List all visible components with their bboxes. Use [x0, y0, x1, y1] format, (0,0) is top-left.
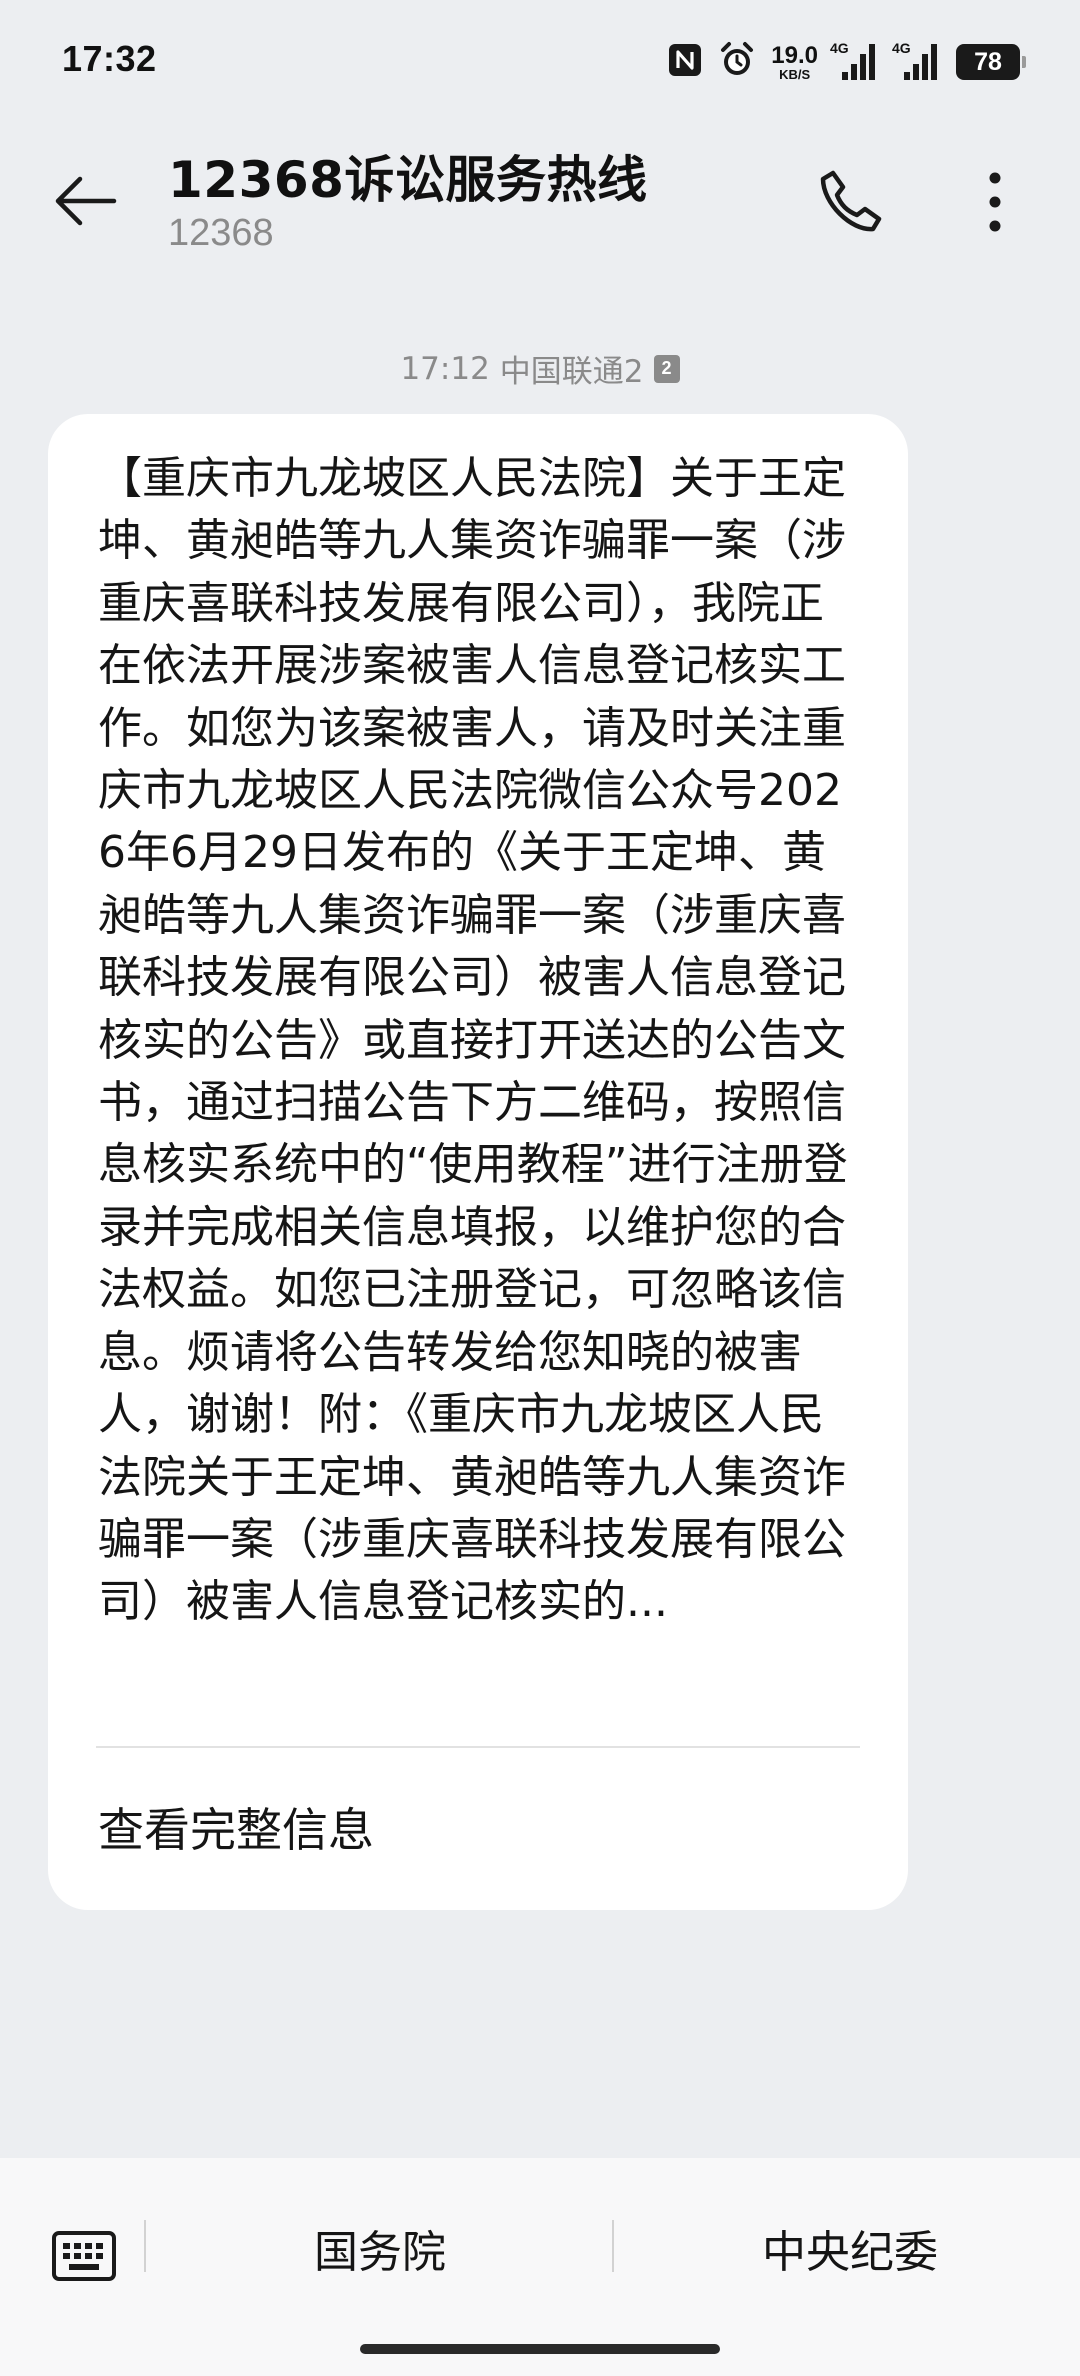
phone-icon — [815, 167, 885, 241]
quick-reply-2[interactable]: 中央纪委 — [620, 2208, 1080, 2288]
more-options-button[interactable] — [960, 154, 1030, 254]
message-meta: 17:12 中国联通2 2 — [0, 346, 1080, 391]
contact-name: 12368诉讼服务热线 — [168, 151, 648, 209]
network-speed: 19.0 KB/S — [771, 41, 818, 82]
contact-number: 12368 — [168, 212, 274, 254]
back-button[interactable] — [40, 158, 130, 248]
sim-badge: 2 — [653, 354, 680, 383]
keyboard-button[interactable] — [44, 2218, 124, 2298]
network-type-2: 4G — [892, 40, 911, 56]
network-type-1: 4G — [830, 40, 849, 56]
nfc-icon — [667, 42, 703, 82]
battery-indicator: 78 — [956, 44, 1026, 80]
more-vertical-icon — [985, 170, 1005, 238]
network-speed-value: 19.0 — [771, 41, 818, 69]
call-button[interactable] — [800, 154, 900, 254]
bubble-divider — [96, 1746, 860, 1748]
separator-1 — [144, 2220, 146, 2272]
alarm-icon — [717, 40, 757, 84]
home-indicator[interactable] — [360, 2344, 720, 2354]
network-speed-unit: KB/S — [779, 66, 811, 82]
keyboard-icon — [51, 2230, 117, 2286]
view-full-message-link[interactable]: 查看完整信息 — [98, 1794, 374, 1860]
signal-icon-1: 4G — [830, 40, 880, 82]
battery-level: 78 — [974, 47, 1002, 76]
conversation-header: 12368诉讼服务热线 12368 — [0, 120, 1080, 280]
status-icons: 19.0 KB/S 4G 4G 78 — [667, 40, 1026, 84]
message-body: 【重庆市九龙坡区人民法院】关于王定坤、黄昶皓等九人集资诈骗罪一案（涉重庆喜联科技… — [98, 453, 848, 1628]
status-bar: 17:32 19.0 KB/S 4G 4G 78 — [0, 0, 1080, 120]
status-time: 17:32 — [62, 38, 157, 79]
signal-icon-2: 4G — [892, 40, 942, 82]
quick-reply-1[interactable]: 国务院 — [150, 2208, 610, 2288]
message-bubble[interactable]: 【重庆市九龙坡区人民法院】关于王定坤、黄昶皓等九人集资诈骗罪一案（涉重庆喜联科技… — [48, 414, 908, 1910]
quick-reply-bar: 国务院 中央纪委 — [0, 2158, 1080, 2376]
back-arrow-icon — [50, 171, 120, 235]
separator-2 — [612, 2220, 614, 2272]
message-carrier: 中国联通2 — [499, 354, 644, 390]
message-time: 17:12 — [400, 350, 490, 387]
